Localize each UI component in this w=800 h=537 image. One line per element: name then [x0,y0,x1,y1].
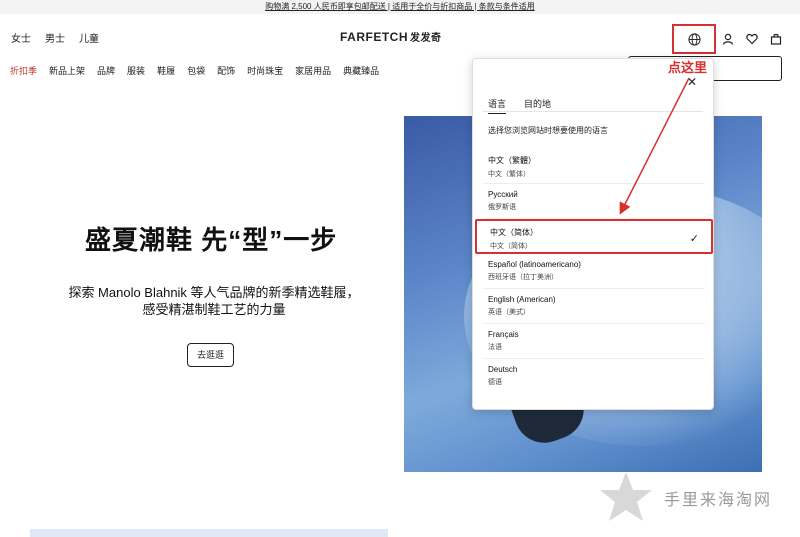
promo-banner[interactable]: 购物满 2,500 人民币即享包邮配送 | 适用于全价与折扣商品 | 条款与条件… [0,0,800,14]
hero-subtitle: 探索 Manolo Blahnik 等人气品牌的新季精选鞋履，感受精湛制鞋工艺的… [68,285,360,317]
language-native-name: 德语 [488,379,502,386]
nav-item-sale[interactable]: 折扣季 [10,64,37,77]
bag-icon [770,33,782,45]
language-option-zh-hant[interactable]: 中文（繁體） 中文（繁体） [483,149,705,184]
gender-tabs: 女士 男士 儿童 [11,30,99,45]
shop-now-button[interactable]: 去逛逛 [187,343,234,367]
language-dropdown: ✕ 语言 目的地 选择您浏览网站时想要使用的语言 中文（繁體） 中文（繁体） Р… [472,58,714,410]
language-name: Deutsch [488,365,518,374]
language-option-es-la[interactable]: Español (latinoamericano) 西班牙语（拉丁美洲） [483,254,705,289]
language-native-name: 俄罗斯语 [488,204,516,211]
language-prompt: 选择您浏览网站时想要使用的语言 [488,126,608,135]
account-button[interactable] [716,27,740,51]
watermark: 手里来海淘网 [596,468,772,528]
nav-item-jewellery[interactable]: 时尚珠宝 [247,64,283,77]
brand-name-cn: 发发奇 [410,33,442,44]
nav-item-brands[interactable]: 品牌 [97,64,115,77]
nav-item-accessories[interactable]: 配饰 [217,64,235,77]
next-section-image [30,529,388,537]
language-native-name: 西班牙语（拉丁美洲） [488,274,558,281]
language-native-name: 英语（美式） [488,309,530,316]
language-native-name: 中文（繁体） [488,171,530,178]
annotation-label: 点这里 [668,60,708,75]
tab-women[interactable]: 女士 [11,30,31,45]
star-icon [600,472,652,521]
language-name: Français [488,330,519,339]
header-icons [672,24,788,54]
cart-button[interactable] [764,27,788,51]
language-option-en-us[interactable]: English (American) 英语（美式） [483,289,705,324]
language-name: 中文（简体） [490,228,538,237]
nav-item-shoes[interactable]: 鞋履 [157,64,175,77]
wishlist-button[interactable] [740,27,764,51]
heart-icon [746,33,758,45]
nav-item-new-in[interactable]: 新品上架 [49,64,85,77]
language-option-ru[interactable]: Русский 俄罗斯语 [483,184,705,219]
nav-item-bags[interactable]: 包袋 [187,64,205,77]
language-option-fr[interactable]: Français 法语 [483,324,705,359]
tab-men[interactable]: 男士 [45,30,65,45]
brand-logo[interactable]: FARFETCH 发发奇 [340,29,442,44]
language-button[interactable] [672,24,716,54]
language-option-de[interactable]: Deutsch 德语 [483,359,705,394]
language-list: 中文（繁體） 中文（繁体） Русский 俄罗斯语 中文（简体） 中文（简体）… [475,149,713,394]
watermark-text: 手里来海淘网 [664,490,773,509]
close-icon[interactable]: ✕ [687,75,697,89]
language-option-zh-hans[interactable]: 中文（简体） 中文（简体） ✓ [475,219,713,254]
check-icon: ✓ [689,233,699,245]
nav-item-clothing[interactable]: 服装 [127,64,145,77]
divider [483,111,703,112]
language-name: English (American) [488,295,556,304]
hero-title: 盛夏潮鞋 先“型”一步 [85,225,338,255]
nav-item-home[interactable]: 家居用品 [295,64,331,77]
language-name: Español (latinoamericano) [488,260,581,269]
language-native-name: 中文（简体） [490,243,532,250]
main-nav: 折扣季 新品上架 品牌 服装 鞋履 包袋 配饰 时尚珠宝 家居用品 典藏臻品 [10,64,379,77]
language-native-name: 法语 [488,344,502,351]
tab-kids[interactable]: 儿童 [79,30,99,45]
globe-icon [687,32,701,46]
language-name: Русский [488,190,518,199]
brand-name: FARFETCH [340,30,408,44]
nav-item-pre-owned[interactable]: 典藏臻品 [343,64,379,77]
language-name: 中文（繁體） [488,156,536,165]
user-icon [722,33,734,45]
